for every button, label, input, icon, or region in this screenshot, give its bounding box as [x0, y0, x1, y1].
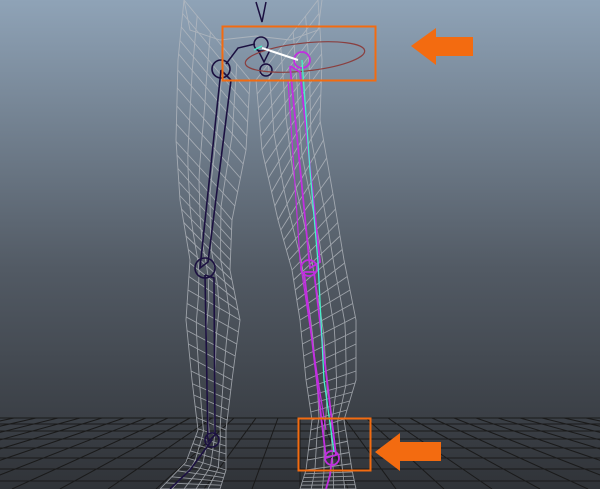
viewport-scene[interactable]: [0, 0, 600, 489]
maya-3d-viewport[interactable]: [0, 0, 600, 489]
